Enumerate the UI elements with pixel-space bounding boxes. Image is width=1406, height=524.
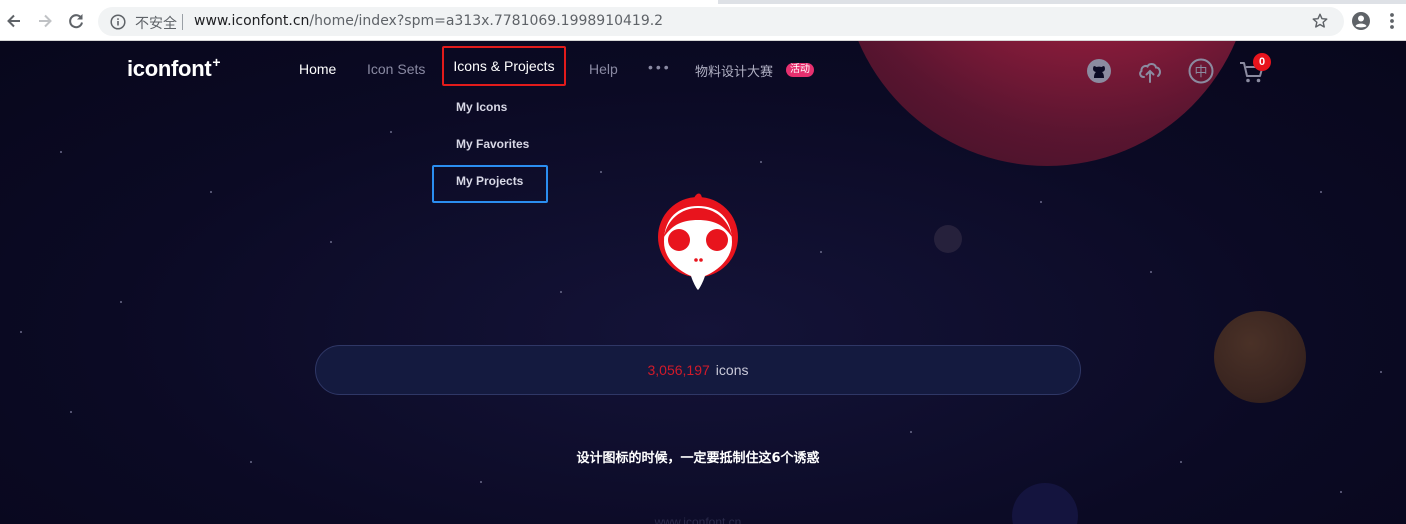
security-label: 不安全 [135,16,177,32]
nav-icon-sets[interactable]: Icon Sets [367,61,425,77]
logo-plus-mark: + [212,54,221,70]
decorative-planet-tiny [934,225,962,253]
browser-chrome: 不安全 www.iconfont.cn/home/index?spm=a313x… [0,0,1406,41]
kebab-menu-icon[interactable] [1385,11,1399,31]
icon-count-unit: icons [715,362,749,378]
nav-design-contest[interactable]: 物料设计大赛 [695,61,773,80]
footer-site-text: www.iconfont.cn [654,515,742,524]
github-icon[interactable] [1085,57,1113,85]
nav-help[interactable]: Help [589,61,618,77]
language-zh-icon[interactable]: 中 [1187,57,1215,85]
dropdown-my-projects[interactable]: My Projects [456,174,523,188]
back-arrow-icon [7,14,20,28]
dropdown-my-favorites[interactable]: My Favorites [456,137,529,151]
reload-button[interactable] [66,11,86,31]
icon-search-bar[interactable]: 3,056,197 icons [315,345,1081,395]
url-text[interactable]: www.iconfont.cn/home/index?spm=a313x.778… [194,13,663,29]
upload-icon[interactable] [1136,57,1164,85]
article-tagline-link[interactable]: 设计图标的时候，一定要抵制住这6个诱惑 [0,447,1396,466]
iconfont-mascot-icon [658,193,738,290]
nav-home[interactable]: Home [299,61,336,77]
url-path: /home/index?spm=a313x.7781069.1998910419… [309,13,664,29]
forward-button[interactable] [35,11,55,31]
event-badge: 活动 [786,63,814,77]
info-icon[interactable] [110,14,126,30]
icon-count-number: 3,056,197 [647,362,710,378]
address-bar[interactable]: 不安全 www.iconfont.cn/home/index?spm=a313x… [98,7,1344,36]
cart-count-badge: 0 [1253,53,1271,71]
url-domain: www.iconfont.cn [194,13,310,29]
account-icon[interactable] [1351,11,1371,31]
iconfont-homepage: iconfont+ Home Icon Sets Icons & Project… [0,41,1406,524]
dropdown-my-icons[interactable]: My Icons [456,100,507,114]
forward-arrow-icon [39,14,52,28]
nav-icons-projects[interactable]: Icons & Projects [442,46,566,86]
reload-icon [69,14,83,29]
bookmark-star-icon[interactable] [1311,12,1329,30]
language-zh-glyph: 中 [1194,65,1207,80]
icon-count-label: 3,056,197 icons [316,362,1080,378]
iconfont-logo[interactable]: iconfont+ [127,54,221,82]
address-divider [182,14,183,30]
tab-strip [0,0,1406,4]
decorative-planet-small [1214,311,1306,403]
logo-text: iconfont [127,56,212,81]
back-button[interactable] [4,11,24,31]
nav-more-menu[interactable]: ••• [648,59,672,75]
